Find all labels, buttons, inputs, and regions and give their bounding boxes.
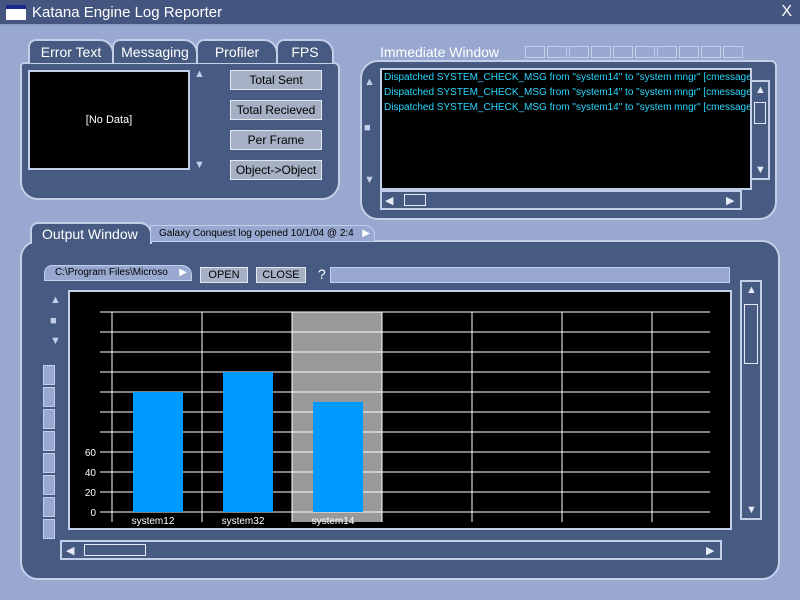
strip-tab[interactable] bbox=[635, 46, 655, 58]
output-horizontal-scrollbar[interactable]: ◀ ▶ bbox=[60, 540, 722, 560]
side-slot-button[interactable] bbox=[43, 453, 55, 473]
strip-tab[interactable] bbox=[679, 46, 699, 58]
bar-chart: 0 20 40 60 system12 system32 system14 bbox=[85, 311, 743, 527]
close-button[interactable]: X bbox=[781, 3, 792, 21]
side-slot-button[interactable] bbox=[43, 431, 55, 451]
imm-scroll-up-icon[interactable]: ▲ bbox=[755, 84, 766, 96]
no-data-text: [No Data] bbox=[85, 114, 133, 126]
output-window-tab[interactable]: Output Window bbox=[30, 222, 152, 244]
side-slot-button[interactable] bbox=[43, 497, 55, 517]
imm-side-stop-icon[interactable]: ■ bbox=[364, 122, 371, 134]
tab-error-text[interactable]: Error Text bbox=[28, 39, 114, 63]
output-side-stop-icon[interactable]: ■ bbox=[50, 315, 57, 327]
immediate-tab-strip bbox=[525, 46, 743, 58]
tab-messaging[interactable]: Messaging bbox=[112, 39, 198, 63]
bar-system12 bbox=[133, 392, 183, 512]
strip-tab[interactable] bbox=[547, 46, 567, 58]
bar-system32 bbox=[223, 372, 273, 512]
output-hscroll-thumb[interactable] bbox=[84, 544, 146, 556]
strip-tab[interactable] bbox=[591, 46, 611, 58]
output-log-title: Galaxy Conquest log opened 10/1/04 @ 2:4 bbox=[159, 228, 354, 239]
imm-scroll-left-icon[interactable]: ◀ bbox=[385, 194, 393, 207]
title-bar: Katana Engine Log Reporter X bbox=[0, 0, 800, 26]
output-vertical-scrollbar[interactable]: ▲ ▼ bbox=[740, 280, 762, 520]
messaging-display: [No Data] bbox=[28, 70, 190, 170]
total-sent-button[interactable]: Total Sent bbox=[230, 70, 322, 90]
window-title: Katana Engine Log Reporter bbox=[32, 4, 223, 21]
imm-hscroll-thumb[interactable] bbox=[404, 194, 426, 206]
side-slot-button[interactable] bbox=[43, 519, 55, 539]
app-icon bbox=[6, 5, 26, 20]
output-scroll-right-icon[interactable]: ▶ bbox=[706, 544, 714, 557]
side-slot-button[interactable] bbox=[43, 387, 55, 407]
side-slot-button[interactable] bbox=[43, 475, 55, 495]
total-received-button[interactable]: Total Recieved bbox=[230, 100, 322, 120]
imm-scroll-right-icon[interactable]: ▶ bbox=[726, 194, 734, 207]
side-slot-button[interactable] bbox=[43, 365, 55, 385]
y-tick-label: 60 bbox=[85, 448, 97, 459]
output-scroll-left-icon[interactable]: ◀ bbox=[66, 544, 74, 557]
imm-horizontal-scrollbar[interactable]: ◀ ▶ bbox=[380, 190, 742, 210]
strip-tab[interactable] bbox=[613, 46, 633, 58]
strip-tab[interactable] bbox=[657, 46, 677, 58]
display-scroll-up-icon[interactable]: ▲ bbox=[194, 68, 205, 80]
output-scroll-down-icon[interactable]: ▼ bbox=[746, 504, 757, 516]
log-line: Dispatched SYSTEM_CHECK_MSG from "system… bbox=[384, 87, 752, 98]
x-tick-label: system32 bbox=[222, 516, 265, 527]
tab-fps[interactable]: FPS bbox=[276, 39, 334, 63]
x-tick-label: system12 bbox=[132, 516, 175, 527]
x-tick-label: system14 bbox=[312, 516, 355, 527]
output-side-down-icon[interactable]: ▼ bbox=[50, 335, 61, 347]
output-side-up-icon[interactable]: ▲ bbox=[50, 294, 61, 306]
y-tick-label: 20 bbox=[85, 488, 97, 499]
log-line: Dispatched SYSTEM_CHECK_MSG from "system… bbox=[384, 102, 752, 113]
tab-profiler[interactable]: Profiler bbox=[196, 39, 278, 63]
imm-vscroll-thumb[interactable] bbox=[754, 102, 766, 124]
imm-side-down-icon[interactable]: ▼ bbox=[364, 174, 375, 186]
immediate-log: Dispatched SYSTEM_CHECK_MSG from "system… bbox=[380, 68, 752, 190]
file-path-tab[interactable]: C:\Program Files\Microso ▶ bbox=[44, 265, 192, 281]
y-tick-label: 40 bbox=[85, 468, 97, 479]
subtab-arrow-icon[interactable]: ▶ bbox=[362, 226, 370, 241]
strip-tab[interactable] bbox=[701, 46, 721, 58]
bar-system14 bbox=[313, 402, 363, 512]
open-button[interactable]: OPEN bbox=[200, 267, 248, 283]
object-to-object-button[interactable]: Object->Object bbox=[230, 160, 322, 180]
y-tick-label: 0 bbox=[90, 508, 96, 519]
path-arrow-icon[interactable]: ▶ bbox=[179, 266, 187, 280]
imm-side-up-icon[interactable]: ▲ bbox=[364, 76, 375, 88]
imm-vertical-scrollbar[interactable]: ▲ ▼ bbox=[750, 80, 770, 180]
strip-tab[interactable] bbox=[569, 46, 589, 58]
immediate-window-label: Immediate Window bbox=[380, 44, 500, 60]
log-line: Dispatched SYSTEM_CHECK_MSG from "system… bbox=[384, 72, 752, 83]
display-scroll-down-icon[interactable]: ▼ bbox=[194, 159, 205, 171]
per-frame-button[interactable]: Per Frame bbox=[230, 130, 322, 150]
close-log-button[interactable]: CLOSE bbox=[256, 267, 306, 283]
strip-tab[interactable] bbox=[723, 46, 743, 58]
output-chart: 0 20 40 60 system12 system32 system14 bbox=[68, 290, 743, 530]
help-icon[interactable]: ? bbox=[318, 266, 326, 282]
output-log-subtab[interactable]: Galaxy Conquest log opened 10/1/04 @ 2:4… bbox=[150, 225, 375, 242]
path-field[interactable] bbox=[330, 267, 730, 283]
imm-scroll-down-icon[interactable]: ▼ bbox=[755, 164, 766, 176]
output-scroll-up-icon[interactable]: ▲ bbox=[746, 284, 757, 296]
output-vscroll-thumb[interactable] bbox=[744, 304, 758, 364]
strip-tab[interactable] bbox=[525, 46, 545, 58]
file-path: C:\Program Files\Microso bbox=[55, 267, 168, 278]
side-slot-button[interactable] bbox=[43, 409, 55, 429]
